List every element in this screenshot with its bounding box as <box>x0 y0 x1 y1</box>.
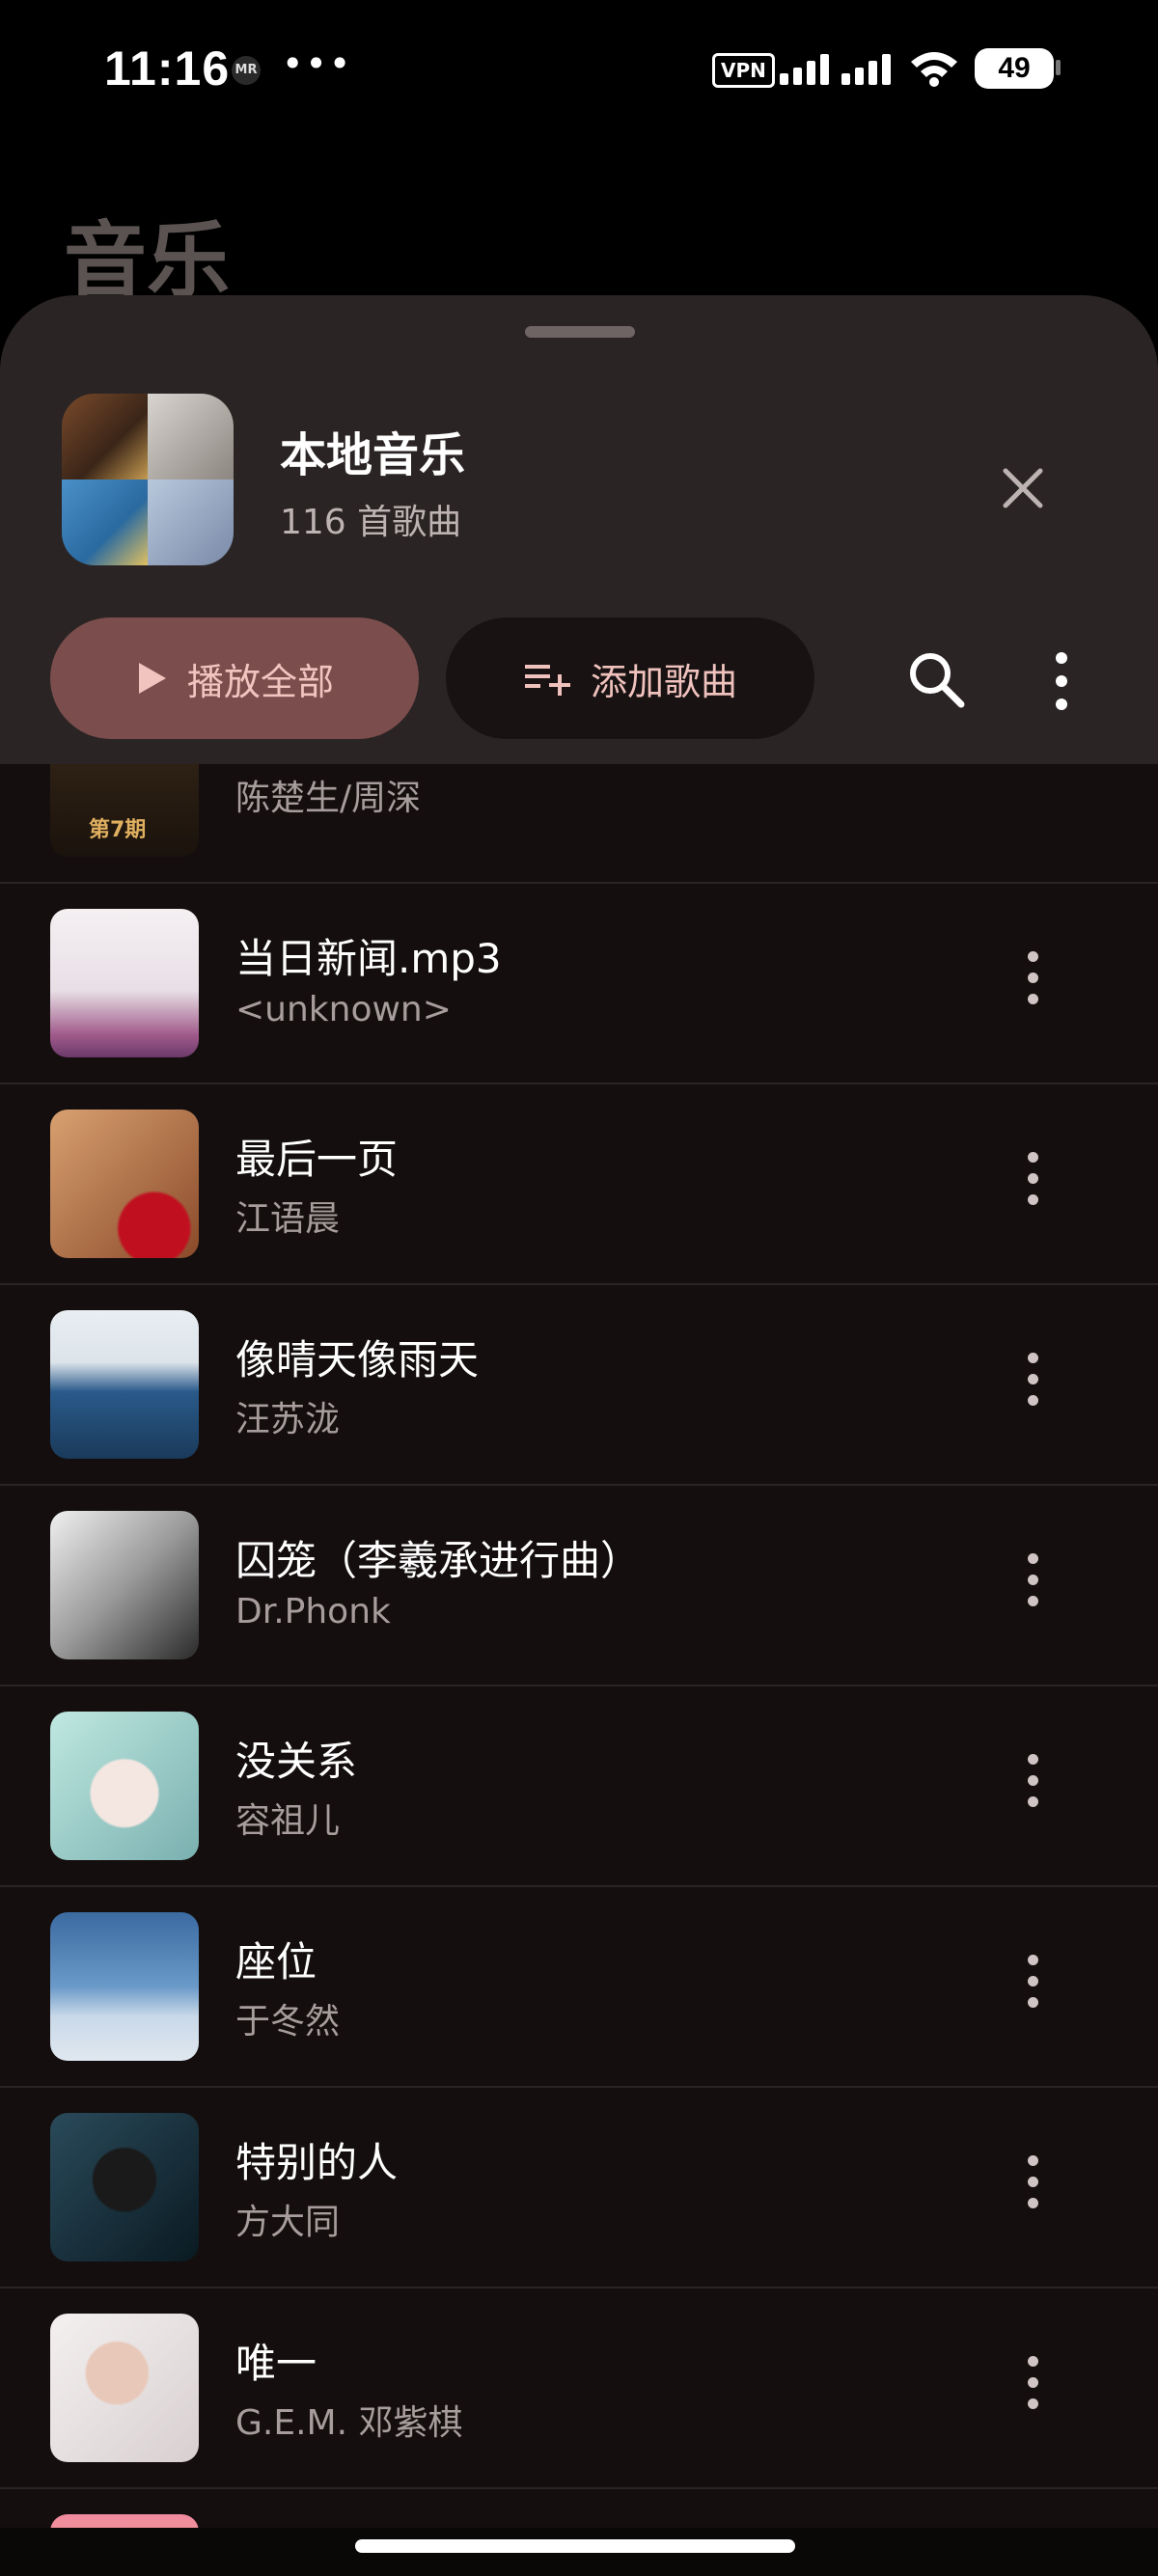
episode-badge: 第7期 <box>89 818 147 842</box>
song-title: 座位 <box>235 1938 317 1986</box>
more-options-icon[interactable] <box>1013 1152 1052 1219</box>
song-count: 116 首歌曲 <box>280 503 462 542</box>
more-options-icon[interactable] <box>1013 1553 1052 1621</box>
more-notifications-icon: ••• <box>282 42 353 85</box>
wifi-icon <box>911 52 957 87</box>
song-title: 当日新闻.mp3 <box>235 935 502 982</box>
close-icon[interactable] <box>984 450 1062 527</box>
song-title: 唯一 <box>235 2340 317 2387</box>
song-cover <box>50 2314 199 2462</box>
song-cover <box>50 1912 199 2061</box>
song-title: 像晴天像雨天 <box>235 1336 480 1384</box>
more-options-icon[interactable] <box>1013 1353 1052 1420</box>
cover-art-3 <box>62 480 148 565</box>
list-item[interactable]: 当日新闻.mp3 <unknown> <box>0 884 1158 1084</box>
add-songs-label: 添加歌曲 <box>590 660 737 703</box>
list-item[interactable]: 像晴天像雨天 汪苏泷 <box>0 1285 1158 1486</box>
song-artist: <unknown> <box>235 990 452 1029</box>
status-bar: 11:16 MR ••• VPN 49 <box>0 0 1158 135</box>
song-cover <box>50 1511 199 1659</box>
song-artist: 江语晨 <box>235 1199 341 1239</box>
mr-badge-icon: MR <box>232 56 261 85</box>
cover-art-4 <box>148 480 234 565</box>
more-options-icon[interactable] <box>1042 643 1081 720</box>
song-artist: Dr.Phonk <box>235 1592 391 1631</box>
more-options-icon[interactable] <box>1013 1754 1052 1822</box>
battery-icon: 49 <box>975 48 1054 89</box>
more-options-icon[interactable] <box>1013 1955 1052 2022</box>
cover-art-2 <box>148 394 234 480</box>
sheet-title: 本地音乐 <box>280 428 466 482</box>
list-item[interactable]: 没关系 容祖儿 <box>0 1686 1158 1887</box>
list-item[interactable]: 最后一页 江语晨 <box>0 1084 1158 1285</box>
song-artist: 方大同 <box>235 2203 341 2242</box>
song-cover <box>50 909 199 1057</box>
song-title: 特别的人 <box>235 2139 399 2186</box>
home-indicator[interactable] <box>355 2539 795 2553</box>
list-item-partial[interactable]: 第7期 陈楚生/周深 <box>0 764 1158 884</box>
play-all-label: 播放全部 <box>186 660 334 703</box>
battery-cap <box>1056 60 1061 75</box>
song-list: 第7期 陈楚生/周深 当日新闻.mp3 <unknown> 最后一页 江语晨 像… <box>0 764 1158 2576</box>
play-icon <box>138 663 166 694</box>
song-artist: 于冬然 <box>235 2002 341 2042</box>
drag-handle[interactable] <box>525 326 635 338</box>
cover-art-1 <box>62 394 148 480</box>
vpn-icon: VPN <box>712 53 775 88</box>
more-options-icon[interactable] <box>1013 2155 1052 2223</box>
more-options-icon[interactable] <box>1013 2356 1052 2424</box>
list-item[interactable]: 座位 于冬然 <box>0 1887 1158 2088</box>
playlist-add-icon <box>524 665 570 696</box>
list-item[interactable]: 特别的人 方大同 <box>0 2088 1158 2288</box>
song-cover <box>50 1712 199 1860</box>
list-item[interactable]: 囚笼（李羲承进行曲） Dr.Phonk <box>0 1486 1158 1686</box>
song-artist: G.E.M. 邓紫棋 <box>235 2403 463 2443</box>
status-time: 11:16 <box>104 41 231 96</box>
song-artist: 汪苏泷 <box>235 1400 341 1439</box>
song-artist: 陈楚生/周深 <box>235 779 422 818</box>
search-icon[interactable] <box>899 643 977 720</box>
list-item[interactable]: 唯一 G.E.M. 邓紫棋 <box>0 2288 1158 2489</box>
playlist-cover <box>62 394 234 565</box>
play-all-button[interactable]: 播放全部 <box>50 617 419 739</box>
song-title: 没关系 <box>235 1738 358 1785</box>
song-cover <box>50 2113 199 2261</box>
song-cover <box>50 1310 199 1459</box>
more-options-icon[interactable] <box>1013 951 1052 1019</box>
song-title: 囚笼（李羲承进行曲） <box>235 1537 642 1584</box>
add-songs-button[interactable]: 添加歌曲 <box>446 617 814 739</box>
song-artist: 容祖儿 <box>235 1801 341 1841</box>
song-cover <box>50 1110 199 1258</box>
song-cover: 第7期 <box>50 764 199 857</box>
signal-icon <box>780 54 891 85</box>
song-title: 最后一页 <box>235 1136 399 1183</box>
